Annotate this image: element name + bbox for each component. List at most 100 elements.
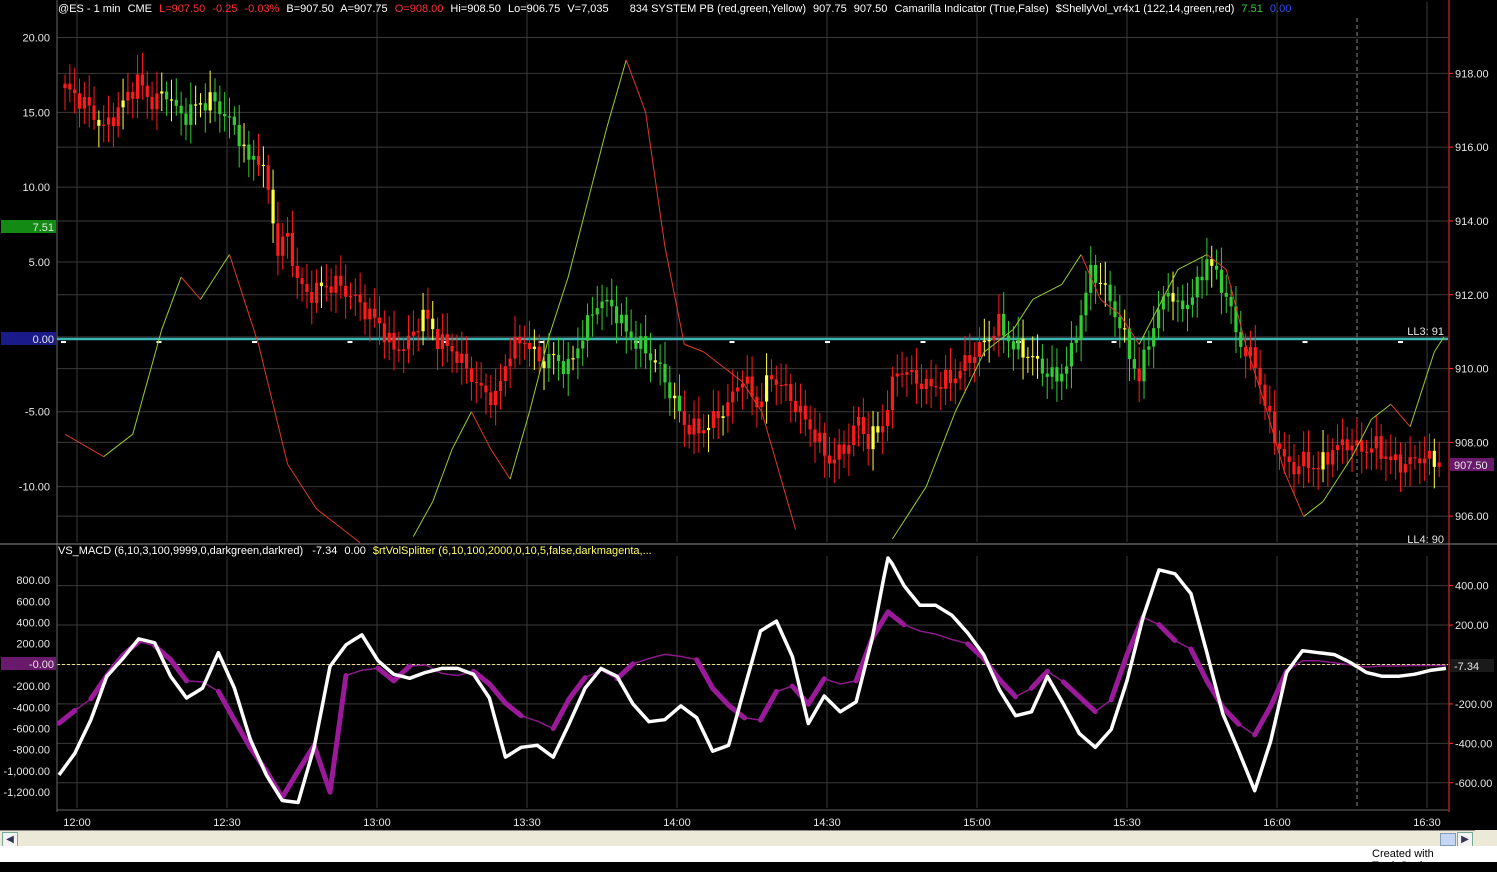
osc-left-tick-label: 400.00 bbox=[16, 618, 50, 630]
price-bar-body bbox=[252, 155, 256, 160]
price-bar-body bbox=[687, 424, 691, 435]
low-price: Lo=906.75 bbox=[507, 3, 561, 15]
chart-window: 12:00 12:30 13:00 13:30 14:00 14:30 15:00 15:30… bbox=[0, 0, 1497, 872]
price-bar-body bbox=[373, 308, 377, 318]
price-bar-body bbox=[1219, 269, 1224, 293]
scroll-thumb[interactable] bbox=[1440, 833, 1456, 846]
price-bar-body bbox=[494, 390, 498, 406]
scroll-corner bbox=[1475, 830, 1497, 846]
price-bar-body bbox=[281, 236, 285, 256]
change-pct: -0.03% bbox=[244, 3, 280, 15]
price-bar-body bbox=[973, 356, 977, 363]
osc-right-tag: -7.34 bbox=[1454, 661, 1479, 673]
price-bar-body bbox=[852, 425, 856, 446]
vol-splitter-thick-segment bbox=[1232, 717, 1242, 727]
scroll-right-arrow-icon[interactable]: ▶ bbox=[1457, 832, 1473, 847]
price-bar-body bbox=[1069, 342, 1074, 367]
price-bar-body bbox=[721, 416, 725, 418]
price-bar-body bbox=[63, 83, 67, 89]
right-tick-label: 916.00 bbox=[1455, 142, 1489, 154]
right-tick-label: 908.00 bbox=[1455, 437, 1489, 449]
price-bar-body bbox=[769, 375, 774, 380]
price-bar-body bbox=[469, 368, 474, 382]
price-bar-body bbox=[1360, 440, 1364, 452]
price-bar-body bbox=[397, 349, 401, 351]
price-bar-body bbox=[290, 232, 295, 266]
price-bar-body bbox=[1011, 341, 1015, 350]
price-bar-body bbox=[1413, 457, 1417, 459]
price-bar-body bbox=[353, 294, 357, 296]
price-bar-body bbox=[416, 331, 420, 333]
price-bar-body bbox=[537, 346, 541, 362]
vol-splitter-thick-segment bbox=[738, 712, 748, 721]
price-bar-body bbox=[256, 155, 261, 165]
price-bar-body bbox=[871, 426, 875, 450]
price-bar-body bbox=[523, 342, 527, 345]
price-bar-body bbox=[1306, 451, 1311, 468]
splitter-label: $rtVolSplitter (6,10,100,2000,0,10,5,fal… bbox=[372, 545, 652, 557]
price-bar-body bbox=[615, 306, 619, 324]
price-bar-body bbox=[184, 113, 188, 125]
price-bar-body bbox=[111, 117, 115, 127]
price-bar-body bbox=[189, 104, 193, 125]
price-bar-body bbox=[392, 332, 396, 350]
price-bar-body bbox=[1224, 292, 1228, 297]
price-bar-body bbox=[479, 382, 483, 386]
price-bar-body bbox=[881, 426, 885, 433]
price-bar-body bbox=[682, 411, 686, 425]
price-bar-body bbox=[711, 411, 715, 428]
price-bar-body bbox=[600, 301, 604, 309]
price-bar-body bbox=[126, 91, 130, 101]
price-bar-body bbox=[653, 360, 657, 363]
price-bar-body bbox=[784, 384, 788, 386]
left-tick-label: 20.00 bbox=[22, 32, 50, 44]
change-value: -0.25 bbox=[212, 3, 238, 15]
price-bar-body bbox=[948, 369, 953, 384]
price-bar-body bbox=[702, 430, 706, 434]
price-bar-body bbox=[116, 107, 120, 127]
price-bar-body bbox=[605, 299, 609, 302]
horizontal-scrollbar[interactable]: ◀ ▶ bbox=[0, 830, 1475, 847]
price-bar-body bbox=[813, 429, 817, 442]
price-bar-body bbox=[82, 97, 86, 109]
left-tick-label: 15.00 bbox=[22, 107, 50, 119]
price-bar-body bbox=[1398, 454, 1403, 473]
chart-canvas: 12:00 12:30 13:00 13:30 14:00 14:30 15:00 15:30… bbox=[0, 0, 1497, 830]
price-bar-body bbox=[576, 348, 580, 359]
price-bar-body bbox=[271, 189, 275, 224]
osc-left-tick-label: 800.00 bbox=[16, 575, 50, 587]
price-bar-body bbox=[663, 363, 667, 383]
pivot-marker bbox=[156, 341, 162, 344]
price-bar-body bbox=[363, 302, 367, 320]
price-bar-body bbox=[329, 286, 333, 293]
macd-value-1: -7.34 bbox=[312, 545, 338, 557]
price-bar-body bbox=[1277, 443, 1282, 449]
price-bar-body bbox=[150, 96, 154, 110]
price-bar-body bbox=[450, 346, 454, 352]
price-bar-body bbox=[1437, 462, 1441, 467]
price-bar-body bbox=[160, 91, 164, 94]
last-price: L=907.50 bbox=[159, 3, 206, 15]
price-bar-body bbox=[1214, 265, 1219, 270]
price-bar-body bbox=[1185, 304, 1190, 310]
open-price: O=908.00 bbox=[394, 3, 444, 15]
price-bar-body bbox=[1335, 445, 1340, 451]
left-tick-label: -5.00 bbox=[25, 407, 50, 419]
price-bar-body bbox=[1253, 347, 1257, 368]
scroll-left-arrow-icon[interactable]: ◀ bbox=[2, 832, 18, 847]
oscillator-panel-header: VS_MACD (6,10,3,100,9999,0,darkgreen,dar… bbox=[58, 545, 652, 557]
price-bar-body bbox=[1200, 276, 1204, 281]
price-bar-body bbox=[982, 340, 986, 343]
watermark-text: Created with TradeStation bbox=[1372, 848, 1435, 872]
price-bar-body bbox=[1152, 328, 1156, 347]
price-bar-body bbox=[102, 124, 106, 126]
price-bar-body bbox=[827, 455, 832, 464]
price-bar-body bbox=[445, 334, 449, 347]
vol-splitter-thick-segment bbox=[578, 675, 588, 686]
osc-left-tick-label: -1,200.00 bbox=[4, 787, 50, 799]
price-bar-body bbox=[629, 331, 633, 338]
price-bar-body bbox=[1418, 458, 1422, 464]
price-bar-body bbox=[455, 351, 459, 363]
price-bar-body bbox=[1040, 358, 1044, 374]
price-bar-body bbox=[474, 381, 478, 384]
